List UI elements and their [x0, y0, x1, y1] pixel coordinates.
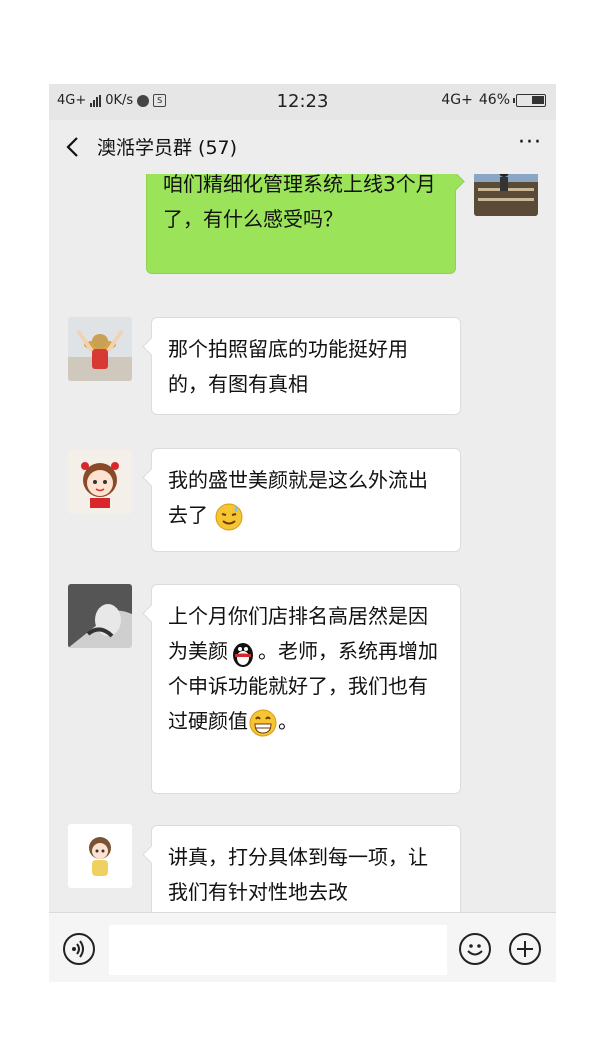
plus-icon [517, 941, 533, 957]
battery-icon [513, 93, 546, 107]
phone-screen: 4G+ 0K/s S 12:23 4G+ 46% 澳湉学员群 (57) ··· … [49, 84, 556, 982]
group-title: 澳湉学员群 (57) [97, 137, 238, 159]
avatar-self[interactable] [474, 174, 538, 216]
message-text: 讲真，打分具体到每一项，让我们有针对性地去改 [168, 845, 428, 904]
message-text: 咱们精细化管理系统上线3个月了，有什么感受吗？ [163, 174, 436, 231]
message-text: 我的盛世美颜就是这么外流出去了 [168, 468, 428, 527]
avatar-user-cartoon[interactable] [68, 824, 132, 888]
more-options-icon[interactable]: ··· [518, 130, 542, 155]
message-bubble[interactable]: 讲真，打分具体到每一项，让我们有针对性地去改 [151, 825, 461, 912]
message-bubble-self[interactable]: 咱们精细化管理系统上线3个月了，有什么感受吗？ [146, 174, 456, 274]
avatar-user-bw[interactable] [68, 584, 132, 648]
message-text: 那个拍照留底的功能挺好用的，有图有真相 [168, 337, 408, 396]
message-bubble[interactable]: 那个拍照留底的功能挺好用的，有图有真相 [151, 317, 461, 415]
network-indicator-right: 4G+ [441, 92, 473, 108]
avatar-user-girl[interactable] [68, 450, 132, 514]
voice-button[interactable] [63, 933, 95, 965]
avatar-user-hat[interactable] [68, 317, 132, 381]
add-button[interactable] [509, 933, 541, 965]
message-input[interactable] [109, 925, 447, 975]
message-bubble[interactable]: 上个月你们店排名高居然是因为美颜 。老师，系统再增加个申诉功能就好了，我们也有过… [151, 584, 461, 794]
sweat-smile-emoji-icon [215, 503, 243, 530]
back-arrow-icon[interactable] [63, 134, 85, 160]
message-text: 。 [278, 709, 298, 733]
chat-area[interactable]: 咱们精细化管理系统上线3个月了，有什么感受吗？ 那个拍照留底的功能挺好用的，有图… [49, 174, 556, 912]
status-bar: 4G+ 0K/s S 12:23 4G+ 46% [49, 84, 556, 120]
voice-icon [72, 940, 84, 958]
penguin-emoji-icon [233, 642, 253, 667]
smiley-icon [467, 944, 483, 956]
battery-percent: 46% [478, 92, 510, 108]
status-right: 4G+ 46% [441, 92, 546, 108]
input-bar [49, 912, 556, 982]
grin-emoji-icon [249, 709, 277, 736]
chat-header: 澳湉学员群 (57) ··· [49, 120, 556, 174]
emoji-button[interactable] [459, 933, 491, 965]
message-bubble[interactable]: 我的盛世美颜就是这么外流出去了 [151, 448, 461, 552]
